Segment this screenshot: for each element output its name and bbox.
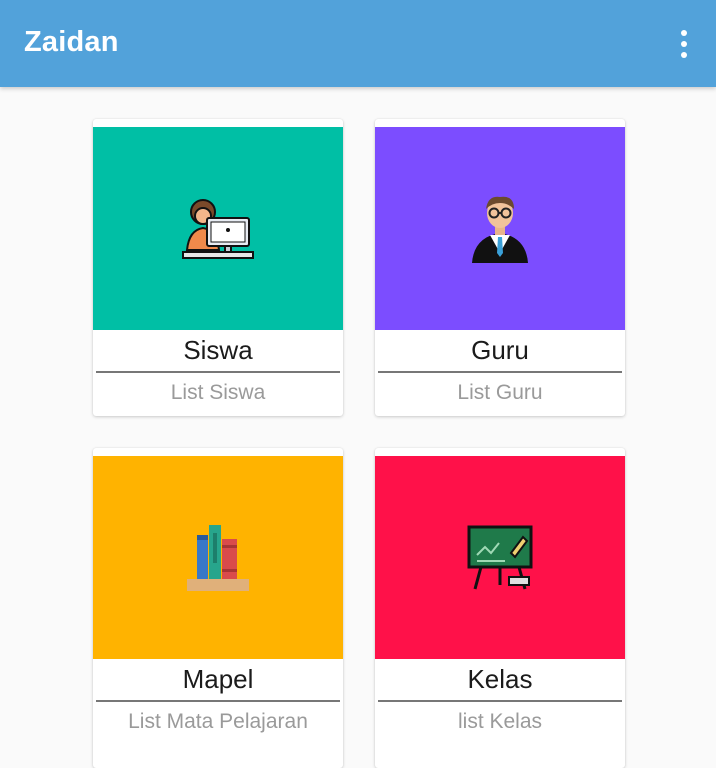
teacher-icon [472, 196, 528, 263]
card-subtitle: List Siswa [170, 381, 266, 404]
books-icon [187, 524, 249, 591]
card-banner-siswa [93, 127, 343, 330]
app-bar: Zaidan [0, 0, 716, 87]
menu-dot [681, 41, 687, 47]
card-divider [378, 371, 622, 373]
card-title: Siswa [183, 335, 253, 365]
blackboard-icon [467, 525, 533, 589]
card-title: Guru [471, 335, 529, 365]
card-subtitle: list Kelas [457, 710, 543, 733]
menu-dot [681, 30, 687, 36]
card-mapel[interactable]: Mapel List Mata Pelajaran [93, 448, 343, 768]
menu-dot [681, 52, 687, 58]
card-title: Mapel [182, 664, 254, 694]
student-computer-icon [182, 198, 254, 259]
card-divider [96, 700, 340, 702]
card-subtitle: List Mata Pelajaran [128, 710, 308, 733]
card-divider [378, 700, 622, 702]
card-guru[interactable]: Guru List Guru [375, 119, 625, 416]
card-banner-mapel [93, 456, 343, 659]
card-subtitle: List Guru [457, 381, 543, 404]
card-siswa[interactable]: Siswa List Siswa [93, 119, 343, 416]
card-banner-guru [375, 127, 625, 330]
more-vert-icon[interactable] [674, 30, 694, 58]
app-title: Zaidan [24, 26, 119, 58]
card-divider [96, 371, 340, 373]
card-kelas[interactable]: Kelas list Kelas [375, 448, 625, 768]
card-banner-kelas [375, 456, 625, 659]
card-title: Kelas [467, 664, 533, 694]
